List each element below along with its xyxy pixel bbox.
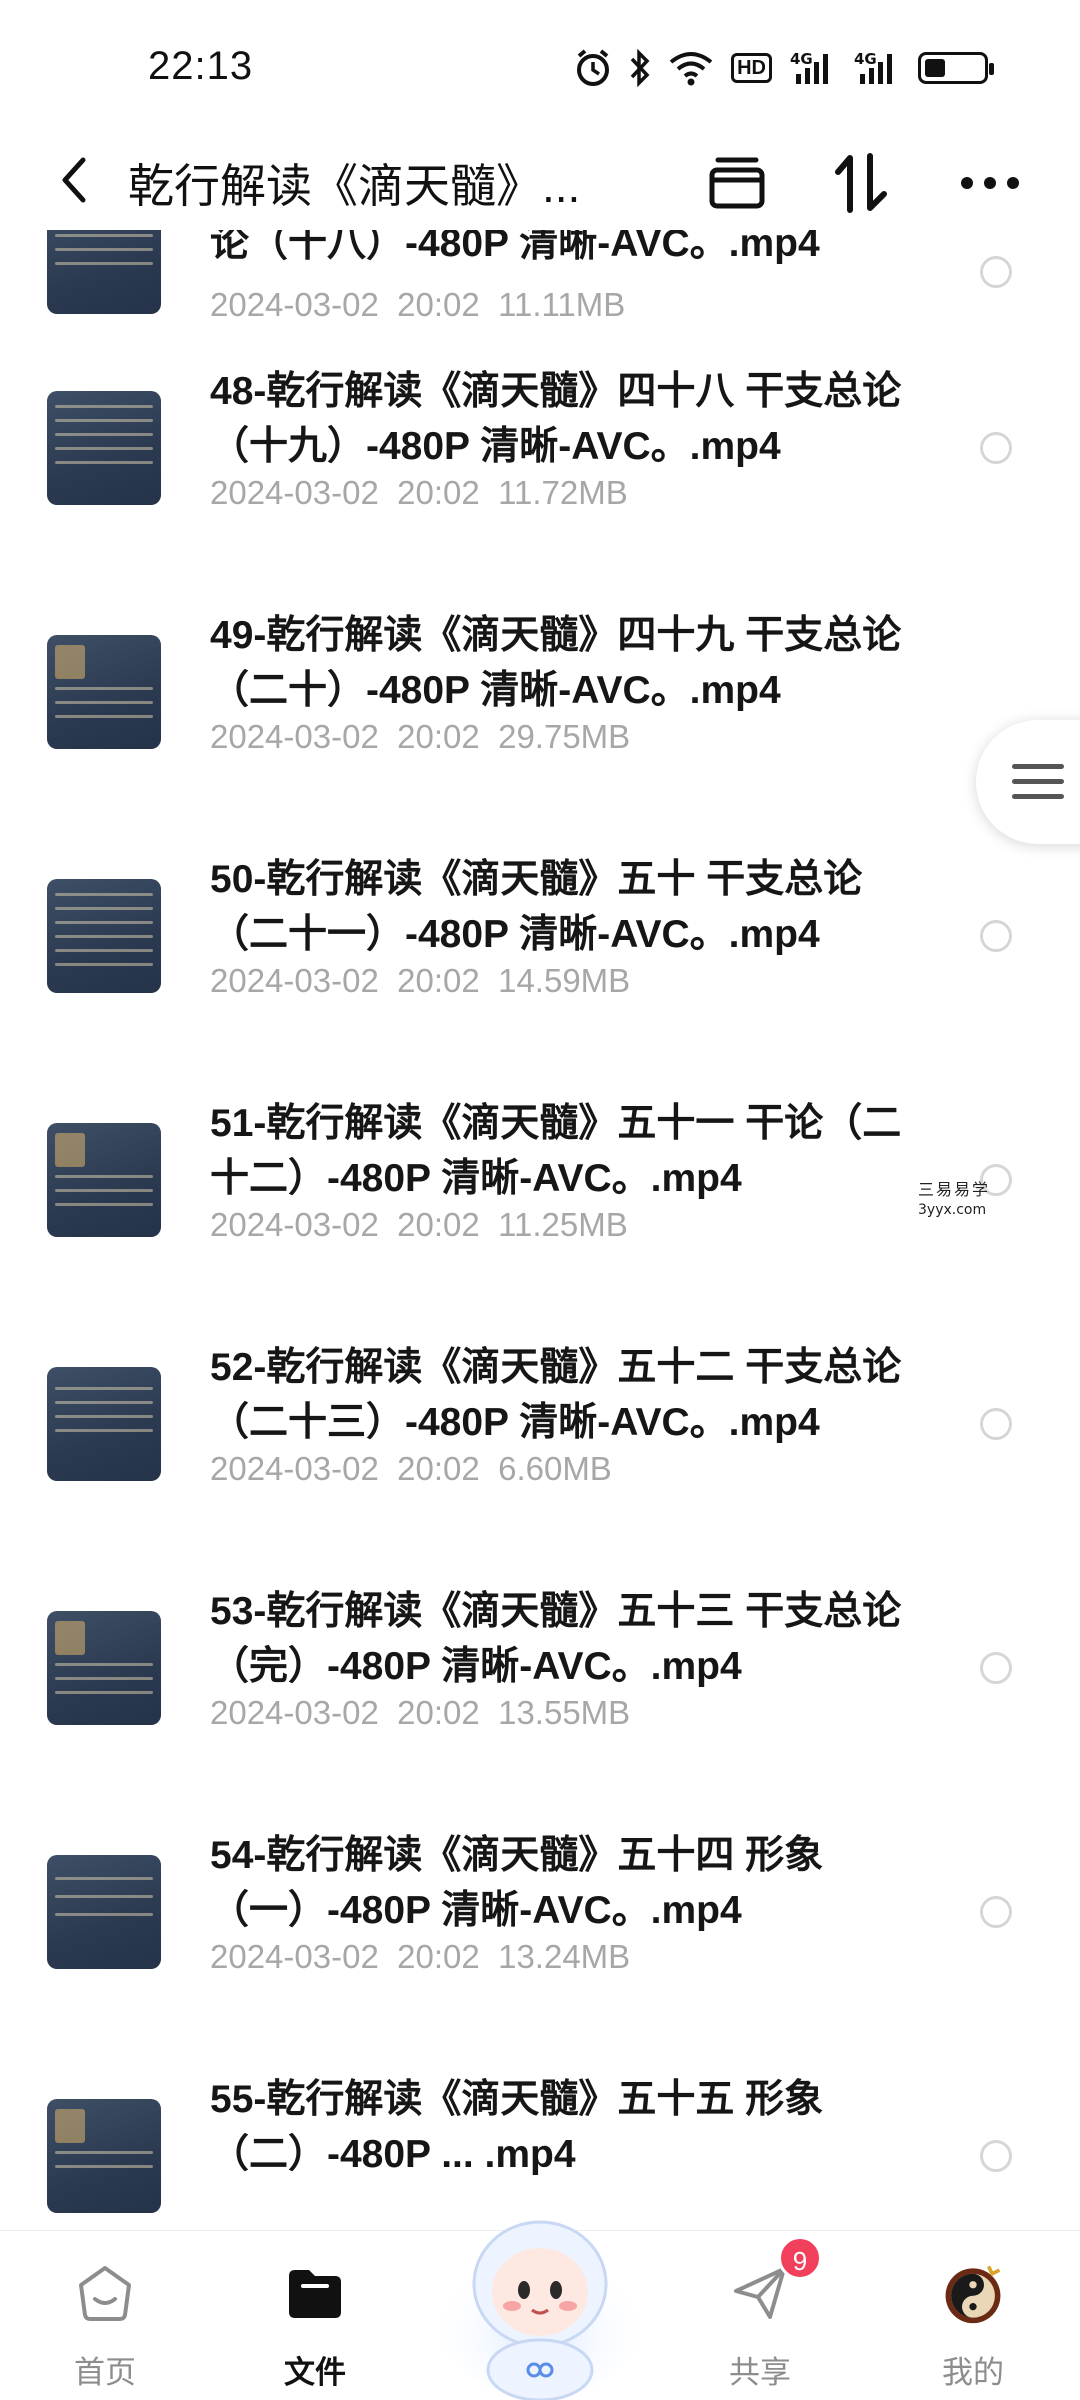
video-thumbnail [47, 1367, 161, 1481]
sort-icon [835, 153, 887, 213]
select-radio[interactable] [980, 1652, 1012, 1684]
file-name: 54-乾行解读《滴天髓》五十四 形象（一）-480P 清晰-AVC。.mp4 [210, 1834, 824, 1932]
archive-button[interactable] [702, 148, 772, 218]
home-icon [73, 2261, 137, 2325]
list-item[interactable]: 53-乾行解读《滴天髓》五十三 干支总论（完）-480P 清晰-AVC。.mp4… [0, 1564, 1080, 1808]
file-meta: 2024-03-02 20:02 29.75MB [210, 718, 631, 755]
file-meta: 2024-03-02 20:02 11.25MB [210, 1206, 628, 1243]
file-name: 55-乾行解读《滴天髓》五十五 形象（二）-480P ... .mp4 [210, 2078, 824, 2176]
file-name: 49-乾行解读《滴天髓》四十九 干支总论（二十）-480P 清晰-AVC。.mp… [210, 614, 902, 712]
file-name: 50-乾行解读《滴天髓》五十 干支总论（二十一）-480P 清晰-AVC。.mp… [210, 858, 863, 956]
nav-files-label: 文件 [284, 2355, 346, 2390]
list-item[interactable]: 50-乾行解读《滴天髓》五十 干支总论（二十一）-480P 清晰-AVC。.mp… [0, 832, 1080, 1076]
list-item[interactable]: 49-乾行解读《滴天髓》四十九 干支总论（二十）-480P 清晰-AVC。.mp… [0, 588, 1080, 832]
mascot-assistant-button[interactable] [434, 2180, 646, 2400]
file-meta: 2024-03-02 20:02 11.72MB [210, 474, 628, 511]
wifi-icon [669, 50, 713, 86]
file-name: 52-乾行解读《滴天髓》五十二 干支总论（二十三）-480P 清晰-AVC。.m… [210, 1346, 902, 1444]
file-meta: 2024-03-02 20:02 13.24MB [210, 1938, 631, 1975]
video-thumbnail [47, 230, 161, 314]
list-item[interactable]: 52-乾行解读《滴天髓》五十二 干支总论（二十三）-480P 清晰-AVC。.m… [0, 1320, 1080, 1564]
battery-level-fill [925, 59, 945, 77]
file-list[interactable]: 论（十八）-480P 清晰-AVC。.mp4 2024-03-02 20:02 … [0, 230, 1080, 2230]
menu-lines-icon [1012, 764, 1064, 769]
file-meta: 2024-03-02 20:02 6.60MB [210, 1450, 612, 1487]
page-title: 乾行解读《滴天髓》... [128, 160, 581, 212]
video-thumbnail [47, 2099, 161, 2213]
signal-4g-icon: 4G [790, 50, 836, 86]
file-meta: 2024-03-02 20:02 14.59MB [210, 962, 631, 999]
signal-4g-icon: 4G [854, 50, 900, 86]
chevron-left-icon [62, 157, 86, 203]
list-item[interactable]: 48-乾行解读《滴天髓》四十八 干支总论（十九）-480P 清晰-AVC。.mp… [0, 344, 1080, 588]
list-item[interactable]: 论（十八）-480P 清晰-AVC。.mp4 2024-03-02 20:02 … [0, 230, 1080, 344]
svg-text:4G: 4G [854, 50, 877, 68]
video-thumbnail [47, 635, 161, 749]
status-icons: HD 4G 4G [575, 46, 994, 90]
status-time: 22:13 [148, 44, 254, 88]
archive-box-icon [709, 157, 765, 209]
select-radio[interactable] [980, 432, 1012, 464]
battery-icon [918, 52, 994, 84]
profile-avatar-icon [941, 2261, 1005, 2325]
file-name: 论（十八）-480P 清晰-AVC。.mp4 [210, 230, 820, 265]
nav-files[interactable]: 文件 [235, 2231, 395, 2400]
back-button[interactable] [46, 152, 102, 208]
select-radio[interactable] [980, 1896, 1012, 1928]
sort-button[interactable] [826, 148, 896, 218]
hd-icon: HD [731, 53, 772, 83]
file-name: 51-乾行解读《滴天髓》五十一 干论（二十二）-480P 清晰-AVC。.mp4 [210, 1102, 902, 1200]
file-browser-screen: 22:13 HD 4G 4G 乾行解读《滴天髓》... 论（十八）-480P 清… [0, 0, 1080, 2400]
file-name: 53-乾行解读《滴天髓》五十三 干支总论（完）-480P 清晰-AVC。.mp4 [210, 1590, 902, 1688]
watermark: 三易易学 3yyx.com [918, 1180, 991, 1218]
nav-home[interactable]: 首页 [25, 2231, 185, 2400]
select-radio[interactable] [980, 1408, 1012, 1440]
nav-share-label: 共享 [729, 2355, 791, 2390]
nav-home-label: 首页 [74, 2355, 136, 2390]
more-icon [961, 177, 1019, 189]
top-app-bar: 乾行解读《滴天髓》... [0, 130, 1080, 230]
file-meta: 2024-03-02 20:02 11.11MB [210, 286, 626, 323]
list-item[interactable]: 54-乾行解读《滴天髓》五十四 形象（一）-480P 清晰-AVC。.mp4 2… [0, 1808, 1080, 2052]
select-radio[interactable] [980, 920, 1012, 952]
select-radio[interactable] [980, 2140, 1012, 2172]
alarm-icon [575, 48, 611, 88]
video-thumbnail [47, 879, 161, 993]
bluetooth-icon [629, 49, 651, 87]
video-thumbnail [47, 1611, 161, 1725]
nav-profile[interactable]: 我的 [893, 2231, 1053, 2400]
more-button[interactable] [955, 148, 1025, 218]
svg-text:4G: 4G [790, 50, 813, 68]
mascot-assistant-icon [436, 2220, 644, 2400]
file-name: 48-乾行解读《滴天髓》四十八 干支总论（十九）-480P 清晰-AVC。.mp… [210, 370, 902, 468]
status-bar: 22:13 HD 4G 4G [0, 0, 1080, 130]
video-thumbnail [47, 1855, 161, 1969]
select-radio[interactable] [980, 256, 1012, 288]
nav-profile-label: 我的 [942, 2355, 1004, 2390]
folder-icon [283, 2261, 347, 2325]
video-thumbnail [47, 1123, 161, 1237]
video-thumbnail [47, 391, 161, 505]
file-meta: 2024-03-02 20:02 13.55MB [210, 1694, 631, 1731]
share-notification-badge: 9 [778, 2236, 822, 2280]
